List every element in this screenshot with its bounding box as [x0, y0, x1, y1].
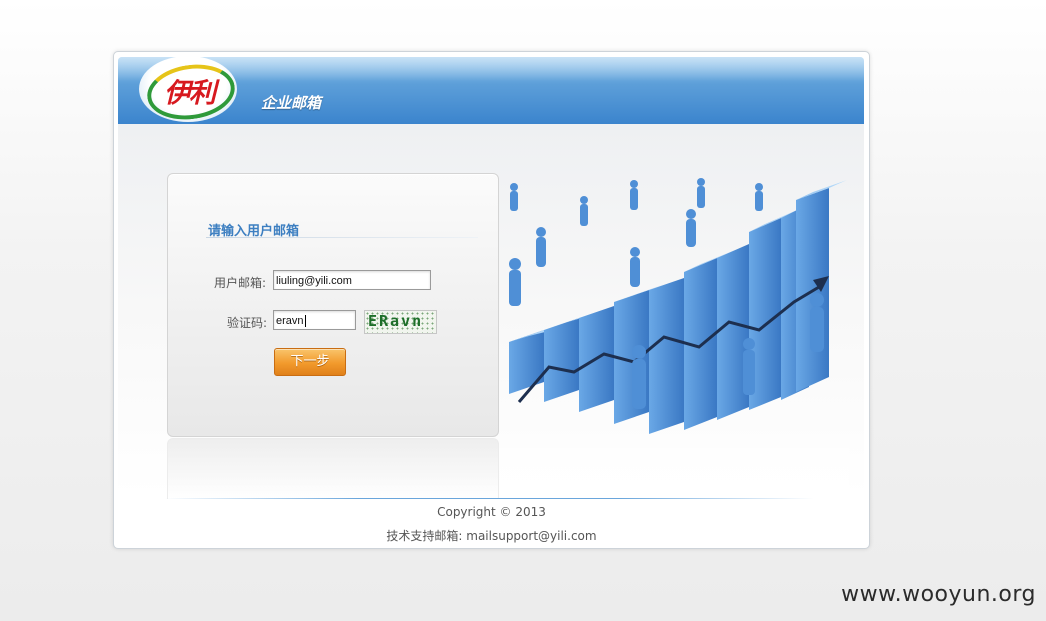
- copyright-text: Copyright © 2013: [437, 505, 546, 519]
- captcha-label: 验证码:: [227, 316, 268, 330]
- bar-group: [509, 180, 847, 434]
- next-step-button[interactable]: 下一步: [274, 348, 346, 376]
- panel-reflection: [167, 438, 499, 499]
- header-title: 企业邮箱: [261, 94, 322, 112]
- reflection-fade: [499, 432, 849, 492]
- captcha-image[interactable]: ERavn: [364, 310, 437, 334]
- heading-divider: [206, 237, 478, 238]
- login-panel: 请输入用户邮箱 用户邮箱: liuling@yili.com 验证码: erav…: [167, 173, 499, 437]
- username-input[interactable]: liuling@yili.com: [273, 270, 431, 290]
- username-label: 用户邮箱:: [214, 276, 267, 290]
- support-email-text: 技术支持邮箱: mailsupport@yili.com: [386, 529, 597, 543]
- footer-divider: [164, 498, 814, 499]
- login-window: 企业邮箱 伊利 请输入用户邮箱 用户邮箱: liuling@yili.com 验…: [113, 51, 870, 549]
- captcha-input[interactable]: eravn: [273, 310, 356, 330]
- business-growth-illustration: [499, 178, 849, 492]
- watermark: www.wooyun.org: [841, 582, 1036, 607]
- captcha-image-text: ERavn: [368, 312, 424, 330]
- logo-text: 伊利: [164, 78, 216, 109]
- captcha-input-value: eravn: [276, 315, 304, 327]
- text-cursor: [304, 315, 306, 327]
- yili-logo: 伊利: [139, 56, 239, 125]
